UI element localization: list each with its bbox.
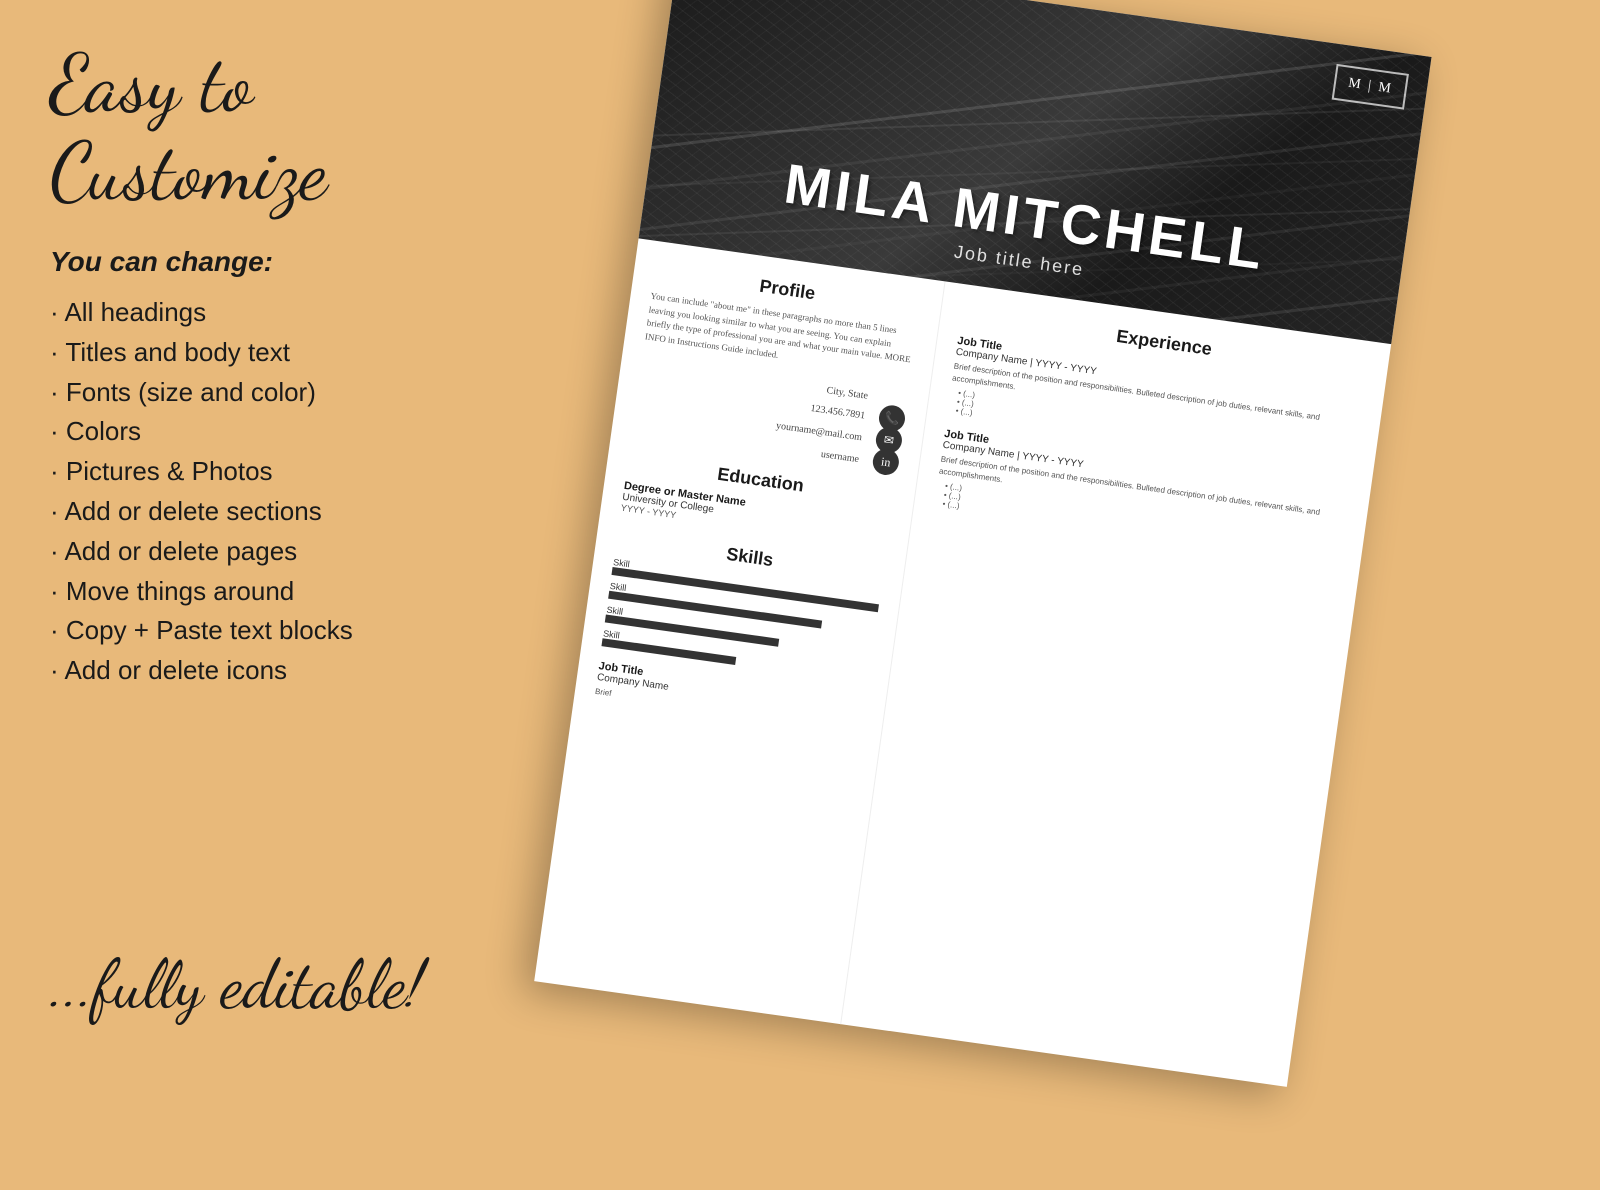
skills-section: Skills Skill Skill Skill Skill <box>594 528 884 735</box>
resume-container: M | M MILA MITCHELL Job title here Profi… <box>185 0 1533 1190</box>
resume-page: M | M MILA MITCHELL Job title here Profi… <box>534 0 1431 1087</box>
contact-section: City, State 123.456.7891 📞 yourname@mail… <box>631 359 908 473</box>
resume-body: Profile You can include "about me" in th… <box>534 238 1391 1086</box>
linkedin-icon: in <box>871 447 900 476</box>
